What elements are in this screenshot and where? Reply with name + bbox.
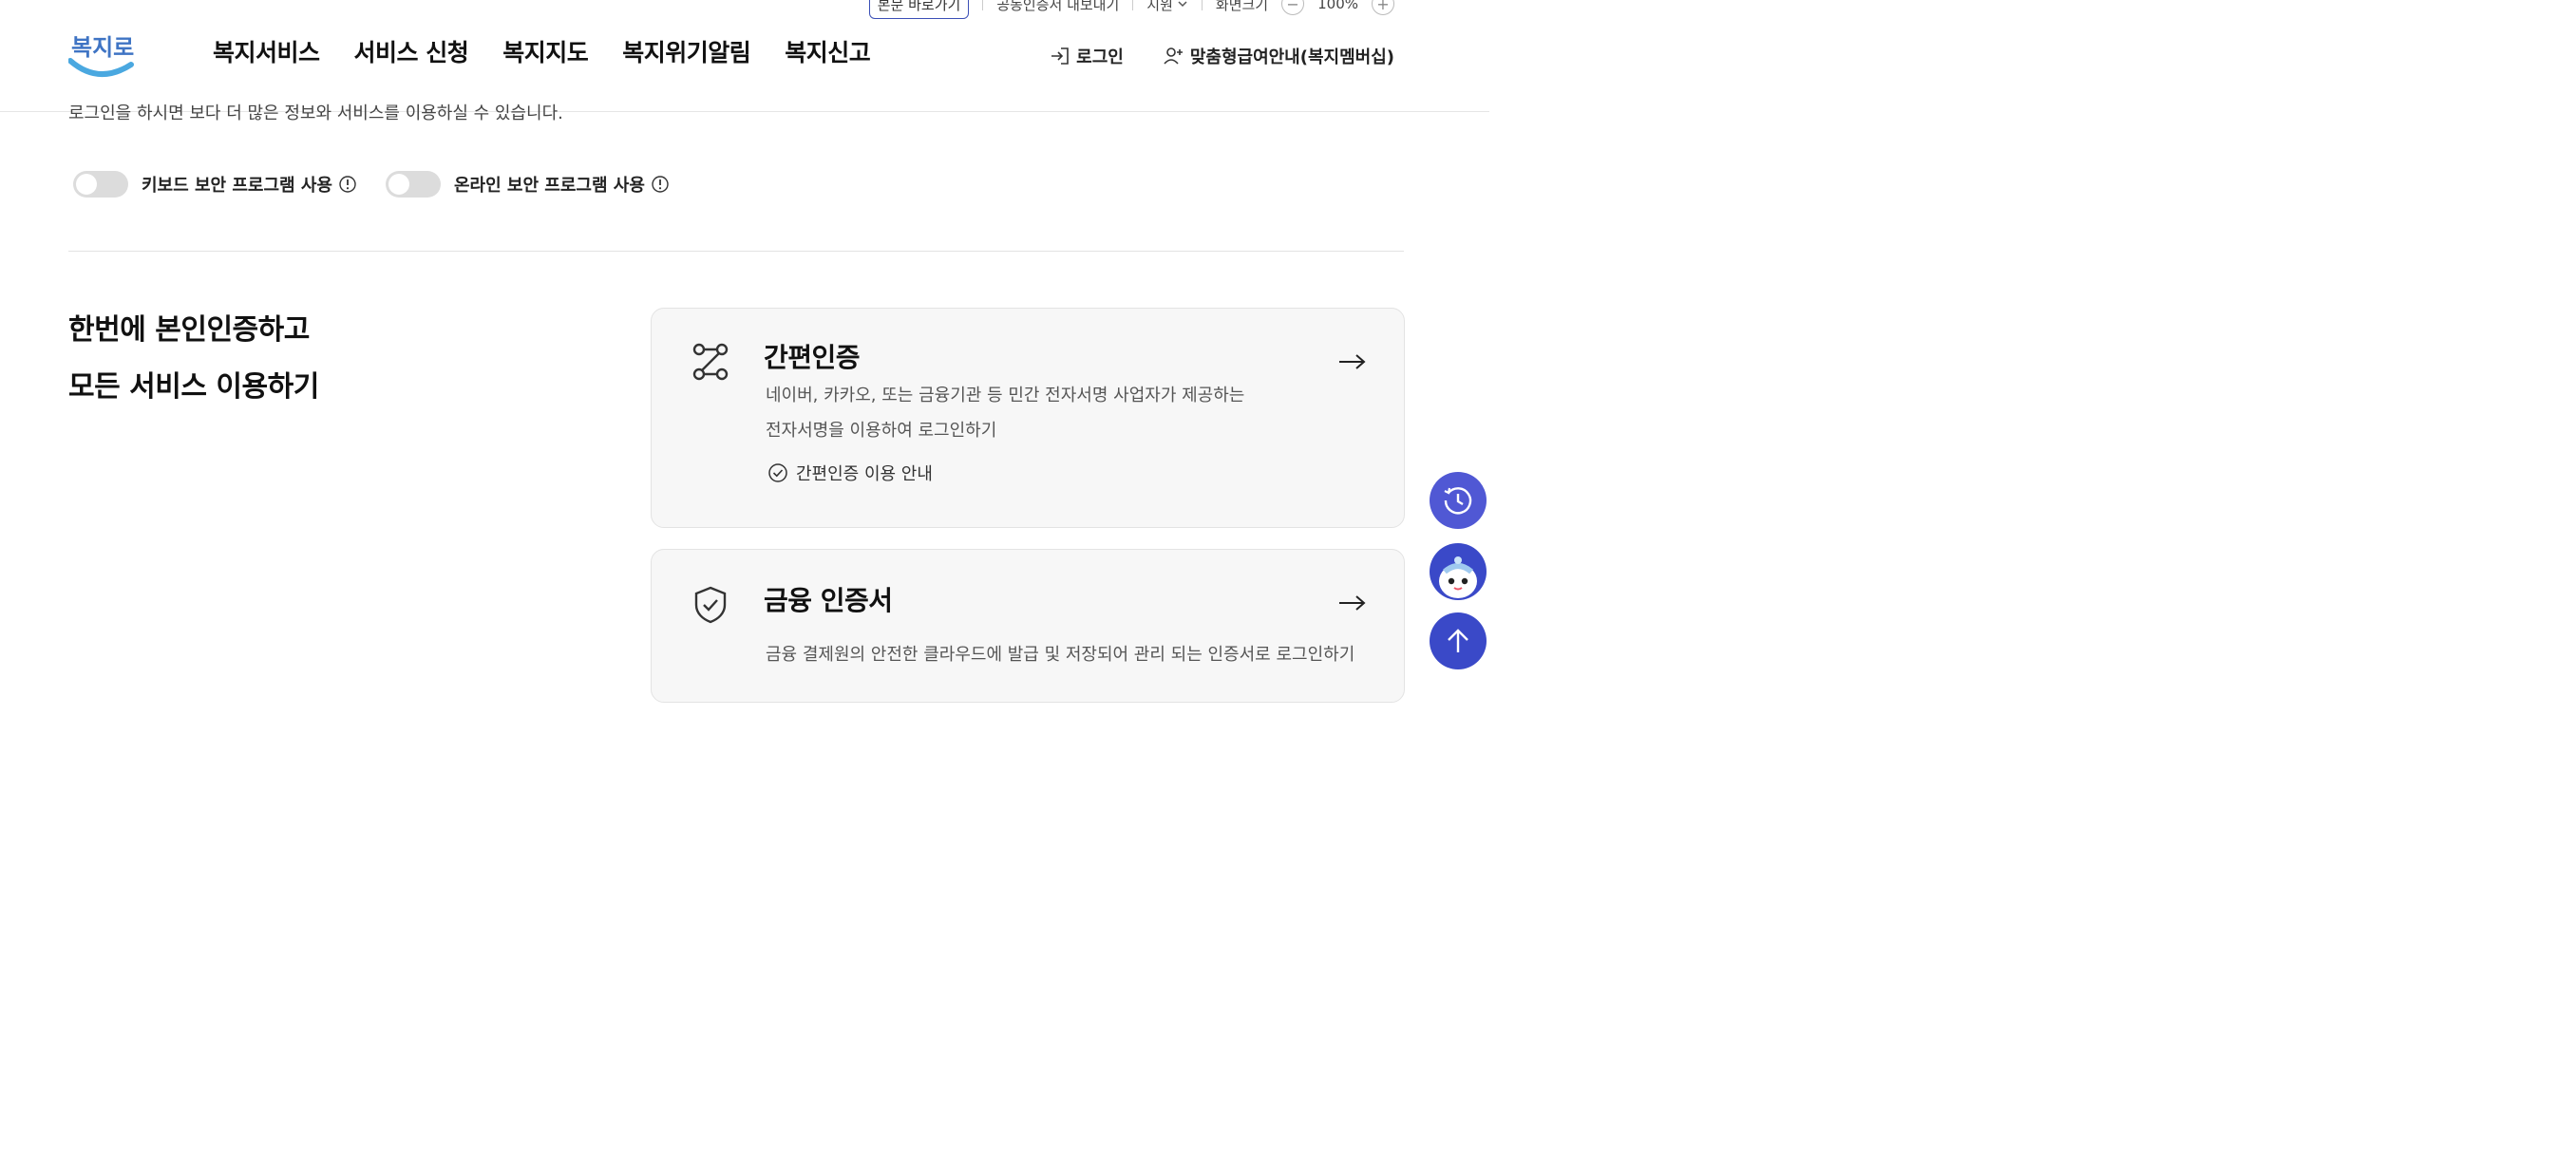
arrow-right-icon: [1339, 595, 1366, 611]
security-toggles: 키보드 보안 프로그램 사용 온라인 보안 프로그램 사용: [73, 171, 698, 198]
login-icon: [1051, 47, 1069, 65]
nav-service-application[interactable]: 서비스 신청: [354, 34, 469, 68]
simple-auth-guide-link[interactable]: 간편인증 이용 안내: [767, 461, 933, 485]
financial-certificate-title: 금융 인증서: [764, 585, 893, 616]
scroll-to-top-button[interactable]: [1430, 612, 1487, 669]
keyboard-security-toggle-group: 키보드 보안 프로그램 사용: [73, 171, 357, 198]
headline-line-2: 모든 서비스 이용하기: [68, 370, 319, 404]
arrow-right-icon: [1339, 354, 1366, 369]
auth-headline: 한번에 본인인증하고 모든 서비스 이용하기: [68, 302, 319, 416]
online-security-label: 온라인 보안 프로그램 사용: [453, 176, 645, 196]
login-label: 로그인: [1076, 47, 1124, 67]
keyboard-security-label: 키보드 보안 프로그램 사용: [142, 176, 332, 196]
bokjiro-logo[interactable]: 복지로: [67, 23, 135, 82]
clock-history-icon: [1444, 487, 1472, 515]
login-link[interactable]: 로그인: [1050, 44, 1124, 68]
online-security-switch[interactable]: [385, 171, 441, 198]
simple-auth-card[interactable]: 간편인증 네이버, 카카오, 또는 금융기관 등 민간 전자서명 사업자가 제공…: [651, 308, 1405, 528]
info-icon[interactable]: [651, 175, 670, 194]
nav-welfare-map[interactable]: 복지지도: [502, 34, 589, 68]
membership-label: 맞춤형급여안내(복지멤버십): [1189, 47, 1394, 67]
online-security-toggle-group: 온라인 보안 프로그램 사용: [385, 171, 670, 198]
section-divider: [68, 251, 1404, 252]
shield-check-icon: [694, 586, 727, 624]
financial-certificate-card[interactable]: 금융 인증서 금융 결제원의 안전한 클라우드에 발급 및 저장되어 관리 되는…: [651, 549, 1405, 703]
arrow-up-icon: [1448, 629, 1468, 652]
login-intro-text: 로그인을 하시면 보다 더 많은 정보와 서비스를 이용하실 수 있습니다.: [68, 104, 563, 122]
simple-auth-title: 간편인증: [764, 342, 861, 373]
main-navigation: 복지서비스 서비스 신청 복지지도 복지위기알림 복지신고: [213, 34, 871, 68]
info-icon[interactable]: [338, 175, 357, 194]
site-header: 복지로 복지서비스 서비스 신청 복지지도 복지위기알림 복지신고 로그인 맞춤…: [0, 0, 1489, 112]
add-user-icon: [1164, 47, 1183, 65]
auth-links: 로그인 맞춤형급여안내(복지멤버십): [1050, 44, 1394, 68]
nav-welfare-report[interactable]: 복지신고: [785, 34, 871, 68]
nav-welfare-services[interactable]: 복지서비스: [213, 34, 320, 68]
financial-certificate-description: 금융 결제원의 안전한 클라우드에 발급 및 저장되어 관리 되는 인증서로 로…: [766, 645, 1355, 665]
logo-icon: 복지로: [67, 34, 134, 78]
headline-line-1: 한번에 본인인증하고: [68, 313, 310, 347]
recent-history-button[interactable]: [1430, 472, 1487, 529]
simple-auth-icon: [692, 343, 729, 381]
chatbot-mascot-icon: [1439, 556, 1477, 598]
keyboard-security-switch[interactable]: [73, 171, 128, 198]
nav-welfare-crisis-alert[interactable]: 복지위기알림: [622, 34, 751, 68]
chatbot-button[interactable]: [1430, 543, 1487, 600]
simple-auth-description: 네이버, 카카오, 또는 금융기관 등 민간 전자서명 사업자가 제공하는 전자…: [766, 386, 1245, 441]
svg-text:복지로: 복지로: [71, 34, 134, 61]
membership-link[interactable]: 맞춤형급여안내(복지멤버십): [1164, 44, 1394, 68]
check-circle-icon: [768, 463, 787, 482]
